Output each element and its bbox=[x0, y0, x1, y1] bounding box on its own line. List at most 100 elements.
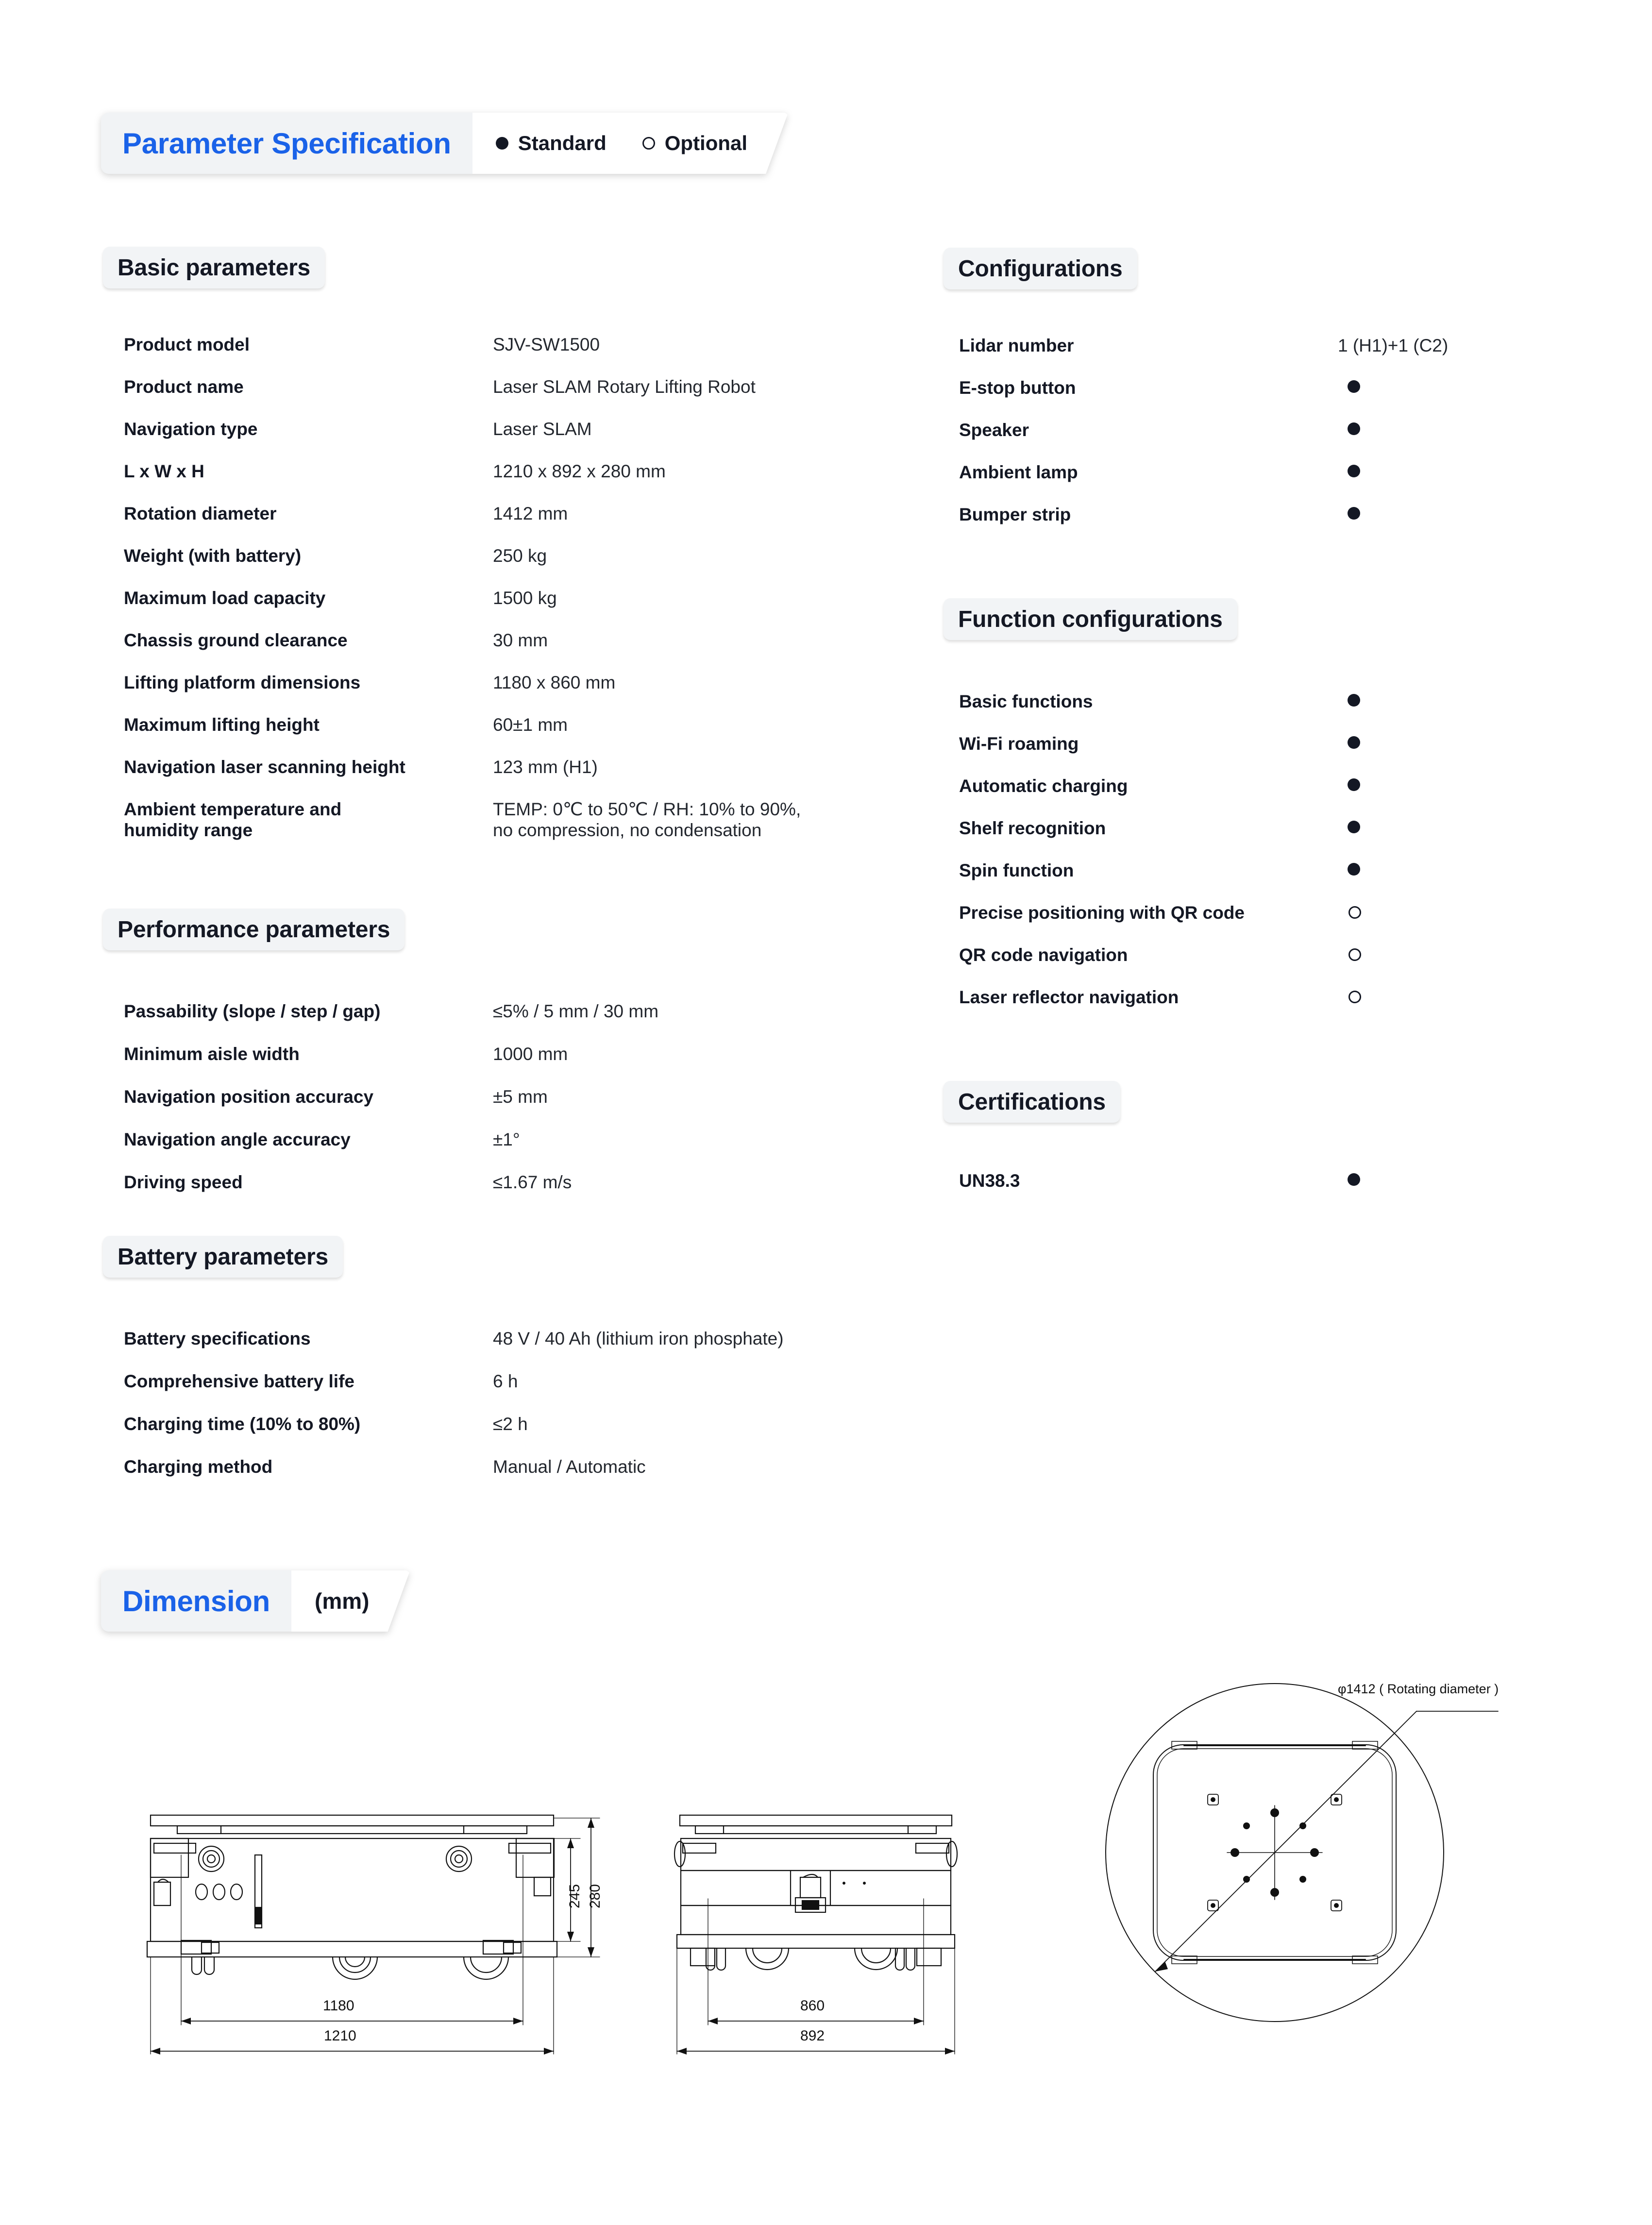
dim-front-width-inner: 860 bbox=[800, 1998, 825, 2014]
spec-row: Laser reflector navigation bbox=[959, 987, 1517, 1029]
spec-label: Speaker bbox=[959, 420, 1029, 440]
legend: Standard Optional bbox=[496, 132, 747, 155]
section-title-performance: Performance parameters bbox=[118, 916, 390, 943]
function-configurations-list: Basic functions Wi-Fi roaming Automatic … bbox=[959, 691, 1517, 1029]
legend-label-standard: Standard bbox=[518, 132, 607, 154]
section-title-battery: Battery parameters bbox=[118, 1244, 328, 1270]
spec-label: UN38.3 bbox=[959, 1171, 1020, 1191]
performance-parameters-list: Passability (slope / step / gap) ≤5% / 5… bbox=[124, 1001, 881, 1214]
battery-parameters-list: Battery specifications 48 V / 40 Ah (lit… bbox=[124, 1328, 901, 1499]
spec-label: Weight (with battery) bbox=[124, 546, 302, 566]
drawing-front-view: 860 892 bbox=[670, 1797, 981, 2069]
spec-label: Rotation diameter bbox=[124, 504, 277, 523]
spec-label: Lifting platform dimensions bbox=[124, 673, 361, 692]
dimension-unit-label: (mm) bbox=[315, 1588, 370, 1614]
spec-value: Manual / Automatic bbox=[493, 1457, 646, 1477]
hollow-circle-icon bbox=[1349, 906, 1361, 919]
spec-label: E-stop button bbox=[959, 378, 1076, 398]
hollow-circle-icon bbox=[1349, 948, 1361, 961]
dimension-title: Dimension bbox=[122, 1584, 270, 1618]
spec-label: Comprehensive battery life bbox=[124, 1371, 354, 1391]
spec-label: L x W x H bbox=[124, 461, 204, 481]
section-title-certifications: Certifications bbox=[958, 1089, 1106, 1115]
spec-label: Product name bbox=[124, 377, 244, 397]
spec-value: 1412 mm bbox=[493, 504, 568, 523]
spec-label: Charging method bbox=[124, 1457, 273, 1477]
spec-row: E-stop button bbox=[959, 377, 1517, 420]
spec-row: Navigation angle accuracy ±1° bbox=[124, 1129, 881, 1172]
dimension-unit-block: (mm) bbox=[291, 1570, 410, 1632]
filled-circle-icon bbox=[1348, 821, 1360, 833]
spec-row: Speaker bbox=[959, 420, 1517, 462]
spec-value: SJV-SW1500 bbox=[493, 335, 600, 354]
filled-circle-icon bbox=[1348, 694, 1360, 707]
dim-side-height-outer: 280 bbox=[587, 1884, 603, 1908]
spec-row: Navigation type Laser SLAM bbox=[124, 419, 881, 461]
spec-row: Navigation position accuracy ±5 mm bbox=[124, 1086, 881, 1129]
spec-value: 6 h bbox=[493, 1371, 518, 1391]
spec-row: Product name Laser SLAM Rotary Lifting R… bbox=[124, 376, 881, 419]
filled-circle-icon bbox=[1348, 736, 1360, 749]
legend-item-standard: Standard bbox=[496, 132, 607, 155]
legend-item-optional: Optional bbox=[642, 132, 747, 155]
dim-side-length-outer: 1210 bbox=[324, 2028, 356, 2044]
spec-row: Chassis ground clearance 30 mm bbox=[124, 630, 881, 672]
drawing-top-view: φ1412 ( Rotating diameter ) bbox=[1046, 1651, 1532, 2054]
hollow-circle-icon bbox=[642, 137, 655, 150]
spec-row: Weight (with battery) 250 kg bbox=[124, 545, 881, 588]
section-header-function-configurations: Function configurations bbox=[944, 598, 1237, 640]
spec-value: 1 (H1)+1 (C2) bbox=[1338, 336, 1449, 355]
section-title-configurations: Configurations bbox=[958, 255, 1123, 282]
dimension-banner: Dimension (mm) bbox=[101, 1570, 410, 1632]
spec-label: Chassis ground clearance bbox=[124, 630, 348, 650]
spec-row: Maximum lifting height 60±1 mm bbox=[124, 714, 881, 757]
basic-parameters-list: Product model SJV-SW1500 Product name La… bbox=[124, 334, 881, 847]
spec-label: Automatic charging bbox=[959, 776, 1128, 796]
page-title: Parameter Specification bbox=[122, 127, 451, 160]
parameter-specification-banner: Parameter Specification Standard Optiona… bbox=[101, 113, 788, 174]
spec-row: Lifting platform dimensions 1180 x 860 m… bbox=[124, 672, 881, 714]
filled-circle-icon bbox=[1348, 465, 1360, 477]
spec-value: 250 kg bbox=[493, 546, 547, 566]
spec-value: ≤1.67 m/s bbox=[493, 1172, 572, 1192]
spec-label: Charging time (10% to 80%) bbox=[124, 1414, 361, 1434]
spec-row: Ambient lamp bbox=[959, 462, 1517, 504]
spec-row: Shelf recognition bbox=[959, 818, 1517, 860]
section-header-certifications: Certifications bbox=[944, 1081, 1120, 1123]
spec-value: 60±1 mm bbox=[493, 715, 568, 735]
spec-value: ±1° bbox=[493, 1129, 520, 1149]
spec-value: 123 mm (H1) bbox=[493, 757, 598, 777]
dim-side-height-inner: 245 bbox=[567, 1884, 583, 1908]
spec-label: Shelf recognition bbox=[959, 818, 1106, 838]
spec-row: Lidar number 1 (H1)+1 (C2) bbox=[959, 335, 1517, 377]
spec-value: TEMP: 0℃ to 50℃ / RH: 10% to 90%, no com… bbox=[493, 799, 801, 841]
spec-value: 1500 kg bbox=[493, 588, 557, 608]
legend-label-optional: Optional bbox=[664, 132, 748, 154]
spec-label: Maximum lifting height bbox=[124, 715, 320, 735]
spec-label: Precise positioning with QR code bbox=[959, 903, 1245, 923]
spec-label: Basic functions bbox=[959, 691, 1093, 711]
spec-value: 1180 x 860 mm bbox=[493, 673, 616, 692]
section-title-function-configurations: Function configurations bbox=[958, 606, 1223, 632]
dim-side-length-inner: 1180 bbox=[323, 1998, 354, 2014]
drawing-side-view: 1180 1210 245 280 bbox=[124, 1797, 609, 2069]
spec-value: Laser SLAM bbox=[493, 419, 592, 439]
spec-row: Rotation diameter 1412 mm bbox=[124, 503, 881, 545]
spec-label: Navigation position accuracy bbox=[124, 1087, 374, 1107]
spec-label: Minimum aisle width bbox=[124, 1044, 300, 1064]
hollow-circle-icon bbox=[1349, 991, 1361, 1003]
spec-value: ±5 mm bbox=[493, 1087, 548, 1107]
spec-label: Navigation angle accuracy bbox=[124, 1129, 351, 1149]
banner-legend-block: Standard Optional bbox=[472, 113, 788, 174]
spec-label: Lidar number bbox=[959, 336, 1074, 355]
spec-label: Wi-Fi roaming bbox=[959, 734, 1079, 754]
spec-label: Bumper strip bbox=[959, 505, 1071, 524]
spec-row: Automatic charging bbox=[959, 775, 1517, 818]
filled-circle-icon bbox=[496, 137, 508, 150]
certifications-list: UN38.3 bbox=[959, 1170, 1517, 1213]
spec-row: Battery specifications 48 V / 40 Ah (lit… bbox=[124, 1328, 901, 1371]
section-title-basic: Basic parameters bbox=[118, 254, 311, 281]
spec-value: ≤5% / 5 mm / 30 mm bbox=[493, 1001, 659, 1021]
dim-front-width-outer: 892 bbox=[800, 2028, 825, 2044]
spec-value: 1000 mm bbox=[493, 1044, 568, 1064]
